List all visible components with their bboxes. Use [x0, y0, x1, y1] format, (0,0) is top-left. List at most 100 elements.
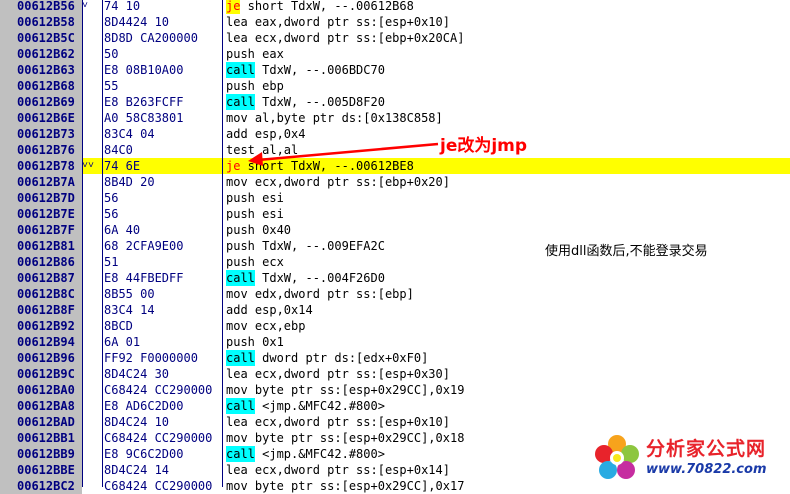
instruction-mnemonic: je — [226, 158, 241, 174]
instruction-address: 00612BB1 — [0, 430, 82, 446]
instruction-hex: 8D4C24 10 — [104, 415, 170, 429]
instruction-address: 00612B68 — [0, 78, 82, 94]
instruction-address: 00612B5C — [0, 30, 82, 46]
instruction-row[interactable]: 00612B5C 8D8D CA200000 lea ecx,dword ptr s… — [0, 30, 790, 46]
instruction-row[interactable]: 00612B7F 6A 40 push 0x40 — [0, 222, 790, 238]
instruction-text: je short TdxW, --.00612BE8 — [226, 158, 414, 174]
column-separator — [222, 0, 223, 487]
instruction-text: push ebp — [226, 78, 284, 94]
instruction-address: 00612B78 — [0, 158, 82, 174]
instruction-text: add esp,0x14 — [226, 302, 313, 318]
instruction-address: 00612B94 — [0, 334, 82, 350]
instruction-hex: 8D4C24 30 — [104, 367, 170, 381]
instruction-row[interactable]: 00612B6E A0 58C83801 mov al,byte ptr ds:[0… — [0, 110, 790, 126]
instruction-row[interactable]: 00612BAD 8D4C24 10 lea ecx,dword ptr ss:[e… — [0, 414, 790, 430]
instruction-row[interactable]: 00612BA0 C68424 CC290000 mov byte ptr ss:[… — [0, 382, 790, 398]
instruction-mnemonic: call — [226, 398, 255, 414]
instruction-operands: eax — [254, 47, 284, 61]
instruction-address: 00612B7A — [0, 174, 82, 190]
instruction-row[interactable]: 00612BA8 E8 AD6C2D00 call <jmp.&MFC42.#800… — [0, 398, 790, 414]
instruction-mnemonic: push — [226, 335, 255, 349]
instruction-mnemonic: lea — [226, 463, 248, 477]
instruction-address: 00612B73 — [0, 126, 82, 142]
instruction-hex: 8D8D CA200000 — [104, 31, 198, 45]
instruction-text: push ecx — [226, 254, 284, 270]
instruction-mnemonic: mov — [226, 287, 248, 301]
instruction-address: 00612B62 — [0, 46, 82, 62]
instruction-hex: 56 — [104, 191, 119, 205]
instruction-row[interactable]: 00612B8F 83C4 14 add esp,0x14 — [0, 302, 790, 318]
instruction-operands: ecx,dword ptr ss:[ebp+0x20] — [247, 175, 450, 189]
instruction-row[interactable]: 00612B92 8BCD mov ecx,ebp — [0, 318, 790, 334]
instruction-row[interactable]: 00612B96 FF92 F0000000 call dword ptr ds:[… — [0, 350, 790, 366]
instruction-text: test al,al — [226, 142, 298, 158]
instruction-row[interactable]: 00612B76 84C0 test al,al — [0, 142, 790, 158]
instruction-address: 00612BA8 — [0, 398, 82, 414]
instruction-address: 00612B63 — [0, 62, 82, 78]
instruction-operands: edx,dword ptr ss:[ebp] — [247, 287, 414, 301]
instruction-mnemonic: mov — [226, 175, 248, 189]
column-separator — [102, 0, 103, 487]
instruction-operands: TdxW, --.004F26D0 — [254, 271, 385, 285]
instruction-mnemonic: push — [226, 79, 255, 93]
instruction-operands: al,byte ptr ds:[0x138C858] — [247, 111, 443, 125]
instruction-row[interactable]: 00612B87 E8 44FBEDFF call TdxW, --.004F26D… — [0, 270, 790, 286]
instruction-row[interactable]: 00612B8C 8B55 00 mov edx,dword ptr ss:[ebp… — [0, 286, 790, 302]
instruction-address: 00612BBE — [0, 462, 82, 478]
instruction-row[interactable]: 00612B63 E8 08B10A00 call TdxW, --.006BDC7… — [0, 62, 790, 78]
instruction-text: lea eax,dword ptr ss:[esp+0x10] — [226, 14, 450, 30]
instruction-row[interactable]: 00612B94 6A 01 push 0x1 — [0, 334, 790, 350]
instruction-row[interactable]: 00612B73 83C4 04 add esp,0x4 — [0, 126, 790, 142]
instruction-operands: TdxW, --.006BDC70 — [254, 63, 385, 77]
instruction-row[interactable]: 00612B7A 8B4D 20 mov ecx,dword ptr ss:[ebp… — [0, 174, 790, 190]
instruction-mnemonic: mov — [226, 479, 248, 493]
instruction-row[interactable]: 00612B69 E8 B263FCFF call TdxW, --.005D8F2… — [0, 94, 790, 110]
instruction-row[interactable]: 00612B9C 8D4C24 30 lea ecx,dword ptr ss:[e… — [0, 366, 790, 382]
instruction-text: mov byte ptr ss:[esp+0x29CC],0x17 — [226, 478, 464, 494]
instruction-text: call TdxW, --.005D8F20 — [226, 94, 385, 110]
instruction-address: 00612BAD — [0, 414, 82, 430]
instruction-operands: al,al — [254, 143, 299, 157]
instruction-row[interactable]: 00612B7D 56 push esi — [0, 190, 790, 206]
instruction-hex: 51 — [104, 255, 119, 269]
instruction-operands: dword ptr ds:[edx+0xF0] — [254, 351, 429, 365]
instruction-operands: byte ptr ss:[esp+0x29CC],0x17 — [247, 479, 465, 493]
instruction-address: 00612B81 — [0, 238, 82, 254]
instruction-row[interactable]: 00612B58 8D4424 10 lea eax,dword ptr ss:[e… — [0, 14, 790, 30]
instruction-operands: ecx,dword ptr ss:[esp+0x30] — [247, 367, 450, 381]
instruction-text: lea ecx,dword ptr ss:[esp+0x30] — [226, 366, 450, 382]
instruction-row[interactable]: 00612B62 50 push eax — [0, 46, 790, 62]
instruction-text: push esi — [226, 206, 284, 222]
instruction-hex: 68 2CFA9E00 — [104, 239, 184, 253]
instruction-row[interactable]: 00612B68 55 push ebp — [0, 78, 790, 94]
instruction-hex: 6A 40 — [104, 223, 141, 237]
instruction-hex: C68424 CC290000 — [104, 383, 213, 397]
instruction-hex: 8B4D 20 — [104, 175, 155, 189]
instruction-address: 00612BB9 — [0, 446, 82, 462]
instruction-row[interactable]: 00612B7E 56 push esi — [0, 206, 790, 222]
instruction-operands: ecx,dword ptr ss:[esp+0x10] — [247, 415, 450, 429]
instruction-operands: esi — [254, 191, 284, 205]
instruction-text: lea ecx,dword ptr ss:[esp+0x14] — [226, 462, 450, 478]
selected-instruction-row[interactable]: 00612B78 ˅˅ 74 6E je short TdxW, --.00612BE… — [0, 158, 790, 174]
instruction-operands: 0x40 — [254, 223, 292, 237]
instruction-address: 00612B56 — [0, 0, 82, 14]
instruction-mnemonic: lea — [226, 367, 248, 381]
instruction-address: 00612B8C — [0, 286, 82, 302]
instruction-text: call TdxW, --.006BDC70 — [226, 62, 385, 78]
instruction-operands: ecx,ebp — [247, 319, 306, 333]
instruction-hex: 74 6E — [104, 159, 141, 173]
instruction-mnemonic: lea — [226, 15, 248, 29]
instruction-operands: byte ptr ss:[esp+0x29CC],0x19 — [247, 383, 465, 397]
watermark-url: www.70822.com — [646, 462, 767, 477]
instruction-mnemonic: lea — [226, 31, 248, 45]
instruction-hex: E8 B263FCFF — [104, 95, 184, 109]
instruction-text: push eax — [226, 46, 284, 62]
instruction-address: 00612B9C — [0, 366, 82, 382]
instruction-mnemonic: test — [226, 143, 255, 157]
instruction-hex: 8BCD — [104, 319, 133, 333]
instruction-row[interactable]: 00612B56 ˅ 74 10 je short TdxW, --.00612B68 — [0, 0, 790, 14]
instruction-mnemonic: mov — [226, 319, 248, 333]
instruction-operands: TdxW, --.009EFA2C — [254, 239, 385, 253]
instruction-address: 00612B87 — [0, 270, 82, 286]
